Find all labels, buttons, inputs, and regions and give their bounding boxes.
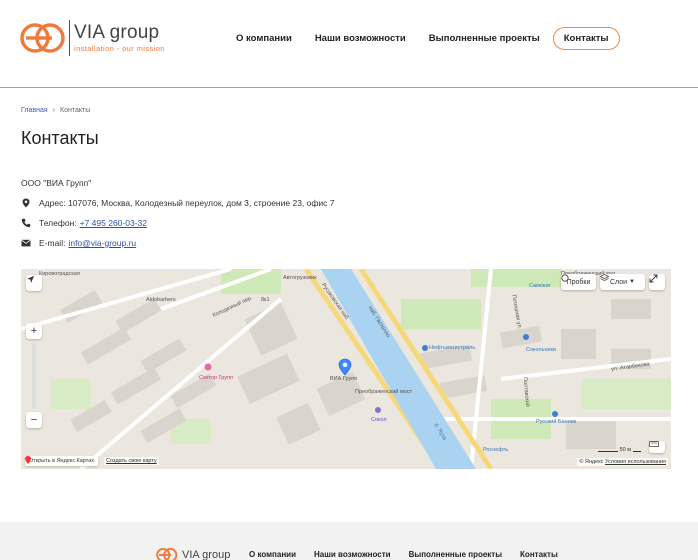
- map-geolocation-button[interactable]: [26, 275, 42, 291]
- map-label-rosneft: Роснефть: [483, 447, 509, 453]
- layers-icon: [600, 274, 609, 281]
- company-name: ООО "ВИА Групп": [21, 178, 92, 188]
- create-own-map-link[interactable]: Создать свою карту: [104, 457, 159, 465]
- site-logo[interactable]: VIA group installation - our mission: [20, 20, 165, 56]
- breadcrumb-home-link[interactable]: Главная: [21, 107, 48, 114]
- breadcrumb-current: Контакты: [60, 107, 91, 114]
- map-fullscreen-button[interactable]: [649, 274, 665, 290]
- map-label-sector-gruppa: Сектор Групп: [199, 375, 233, 381]
- map-label-sokol: Сокол: [371, 417, 387, 423]
- map-label-aldobarbers: Aldobarbers: [146, 297, 176, 303]
- map-copyright: © Яндекс Условия использования: [577, 458, 668, 466]
- map-label-kirovograd: Кировоградская: [39, 271, 80, 277]
- map-label-preobrazhensky: Преображенский мост: [355, 389, 413, 395]
- logo-divider: [69, 20, 70, 56]
- traffic-light-icon: [561, 274, 569, 282]
- map-label-avtogrand: Автогрузовик: [283, 275, 317, 281]
- map-traffic-label: Пробки: [566, 278, 591, 286]
- expand-icon: [649, 274, 658, 283]
- open-in-yandex-maps-label: Открыть в Яндекс.Картах: [29, 458, 95, 464]
- email-link[interactable]: info@via-group.ru: [68, 238, 136, 248]
- yandex-pin-icon: [25, 456, 31, 464]
- map-zoom-slider[interactable]: [32, 343, 36, 409]
- map-scale: 50 м: [597, 447, 641, 453]
- map-layers-button[interactable]: Слои ▼: [600, 274, 645, 290]
- phone-icon: [21, 218, 31, 228]
- map-terms-link[interactable]: Условия использования: [605, 459, 666, 465]
- nav-capabilities[interactable]: Наши возможности: [315, 33, 406, 44]
- map-label-russian-banyan: Русский Банник: [536, 419, 577, 425]
- geolocation-arrow-icon: [26, 275, 35, 284]
- site-header: VIA group installation - our mission О к…: [0, 0, 698, 88]
- logo-name: VIA group: [74, 22, 160, 43]
- via-logo-icon: [20, 21, 66, 55]
- nav-about[interactable]: О компании: [236, 33, 292, 44]
- location-pin-icon: [22, 198, 30, 208]
- breadcrumb-separator: ›: [52, 107, 55, 114]
- map-copyright-text: © Яндекс: [579, 459, 604, 465]
- email-row: E-mail: info@via-group.ru: [21, 238, 136, 248]
- chevron-down-icon: ▼: [629, 279, 635, 285]
- site-footer: VIA group О компании Наши возможности Вы…: [0, 522, 698, 560]
- open-in-yandex-maps-link[interactable]: Открыть в Яндекс.Картах: [25, 456, 99, 466]
- footer-nav-capabilities[interactable]: Наши возможности: [314, 550, 391, 559]
- address-text: Адрес: 107076, Москва, Колодезный переул…: [39, 198, 335, 208]
- footer-logo-name: VIA group: [182, 549, 231, 560]
- map-label-sokolniki: Сокольники: [526, 347, 557, 353]
- nav-contacts-button[interactable]: Контакты: [552, 26, 620, 50]
- phone-link[interactable]: +7 495 260-03-32: [80, 218, 147, 228]
- map-label-samokat: Самокат: [529, 283, 551, 289]
- map-scale-bar: [597, 449, 618, 452]
- map-scale-label: 50 м: [619, 447, 631, 453]
- map-zoom-out-button[interactable]: −: [26, 412, 42, 428]
- email-label: E-mail:: [39, 238, 66, 248]
- page-title: Контакты: [21, 128, 99, 148]
- logo-tagline: installation - our mission: [74, 44, 165, 53]
- footer-logo[interactable]: VIA group: [155, 547, 230, 560]
- footer-nav-about[interactable]: О компании: [249, 550, 296, 559]
- breadcrumb: Главная › Контакты: [21, 107, 90, 114]
- map-label-neftemagistral: Нефтьмагистраль: [429, 345, 476, 351]
- map-ruler-button[interactable]: [649, 441, 665, 453]
- main-nav: О компании Наши возможности Выполненные …: [236, 26, 620, 50]
- map-scale-bar-tail: [633, 449, 641, 452]
- footer-nav-projects[interactable]: Выполненные проекты: [409, 550, 502, 559]
- phone-label: Телефон:: [39, 218, 77, 228]
- footer-via-logo-icon: [156, 547, 178, 560]
- map-label-house: 8к1: [261, 297, 270, 303]
- map-bottom-bar: Открыть в Яндекс.Картах Создать свою кар…: [25, 456, 159, 466]
- map-layers-label: Слои: [610, 278, 628, 286]
- address-row: Адрес: 107076, Москва, Колодезный переул…: [21, 198, 334, 208]
- nav-projects[interactable]: Выполненные проекты: [429, 33, 540, 44]
- map-traffic-button[interactable]: Пробки: [561, 274, 596, 290]
- footer-nav-contacts[interactable]: Контакты: [520, 550, 558, 559]
- envelope-icon: [21, 239, 31, 247]
- map-label-via-group: ВИА Групп: [330, 376, 358, 382]
- map-canvas[interactable]: [21, 269, 671, 469]
- ruler-icon: [649, 441, 659, 447]
- yandex-map[interactable]: Русаковская наб. наб. Гастелло р. Яуза С…: [21, 269, 671, 469]
- phone-row: Телефон: +7 495 260-03-32: [21, 218, 147, 228]
- footer-nav: О компании Наши возможности Выполненные …: [249, 550, 576, 559]
- map-zoom-in-button[interactable]: +: [26, 323, 42, 339]
